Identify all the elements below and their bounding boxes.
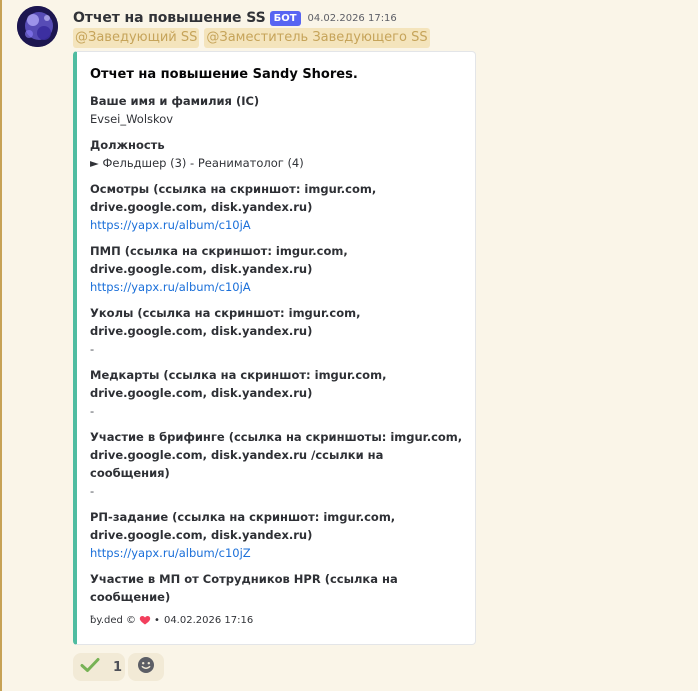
embed-field: Медкарты (ссылка на скриншот: imgur.com,…	[90, 366, 463, 420]
field-value: -	[90, 484, 95, 498]
field-value: -	[90, 342, 95, 356]
author-name[interactable]: Отчет на повышение SS	[73, 10, 266, 26]
reactions-bar: 1	[73, 653, 164, 681]
reaction-count: 1	[113, 659, 123, 675]
role-mention[interactable]: @Заместитель Заведующего SS	[204, 28, 430, 48]
field-value: Evsei_Wolskov	[90, 112, 174, 126]
chat-message: Отчет на повышение SS БОТ 04.02.2026 17:…	[2, 0, 698, 691]
embed-field: ПМП (ссылка на скриншот: imgur.com, driv…	[90, 242, 463, 296]
embed-field: Уколы (ссылка на скриншот: imgur.com, dr…	[90, 304, 463, 358]
field-name: РП-задание (ссылка на скриншот: imgur.co…	[90, 510, 396, 542]
add-reaction-button[interactable]	[128, 653, 164, 681]
field-name: Участие в брифинге (ссылка на скриншоты:…	[90, 430, 463, 480]
field-name: Медкарты (ссылка на скриншот: imgur.com,…	[90, 368, 387, 400]
footer-separator: •	[154, 614, 160, 626]
field-name: Ваше имя и фамилия (IC)	[90, 94, 260, 108]
field-name: Уколы (ссылка на скриншот: imgur.com, dr…	[90, 306, 361, 338]
reaction-check[interactable]: 1	[73, 653, 125, 681]
embed-field: Ваше имя и фамилия (IC) Evsei_Wolskov	[90, 92, 463, 128]
field-value: ► Фельдшер (3) - Реаниматолог (4)	[90, 156, 304, 170]
field-value: -	[90, 404, 95, 418]
footer-timestamp: 04.02.2026 17:16	[163, 614, 254, 626]
embed-footer: by.ded © • 04.02.2026 17:16	[90, 614, 253, 626]
heart-icon	[139, 614, 151, 626]
field-link[interactable]: https://yapx.ru/album/c10jA	[90, 216, 463, 234]
field-name: Осмотры (ссылка на скриншот: imgur.com, …	[90, 182, 377, 214]
report-embed: Отчет на повышение Sandy Shores. Ваше им…	[73, 51, 476, 645]
field-name: ПМП (ссылка на скриншот: imgur.com, driv…	[90, 244, 348, 276]
field-name: Участие в МП от Сотрудников HPR (ссылка …	[90, 572, 398, 604]
message-timestamp[interactable]: 04.02.2026 17:16	[308, 13, 397, 24]
field-link[interactable]: https://yapx.ru/album/c10jA	[90, 278, 463, 296]
add-reaction-icon	[137, 656, 155, 678]
bot-badge: БОТ	[269, 10, 301, 26]
embed-field: РП-задание (ссылка на скриншот: imgur.co…	[90, 508, 463, 562]
check-icon	[80, 657, 100, 677]
footer-text: by.ded ©	[90, 614, 137, 626]
embed-field: Осмотры (ссылка на скриншот: imgur.com, …	[90, 180, 463, 234]
message-header: Отчет на повышение SS БОТ 04.02.2026 17:…	[73, 8, 397, 28]
embed-title: Отчет на повышение Sandy Shores.	[90, 67, 358, 82]
role-mention[interactable]: @Заведующий SS	[73, 28, 200, 48]
embed-field: Участие в брифинге (ссылка на скриншоты:…	[90, 428, 463, 500]
avatar[interactable]	[17, 6, 58, 47]
field-link[interactable]: https://yapx.ru/album/c10jZ	[90, 544, 463, 562]
role-mentions: @Заведующий SS @Заместитель Заведующего …	[73, 28, 435, 48]
embed-field: Должность ► Фельдшер (3) - Реаниматолог …	[90, 136, 463, 172]
field-name: Должность	[90, 138, 165, 152]
